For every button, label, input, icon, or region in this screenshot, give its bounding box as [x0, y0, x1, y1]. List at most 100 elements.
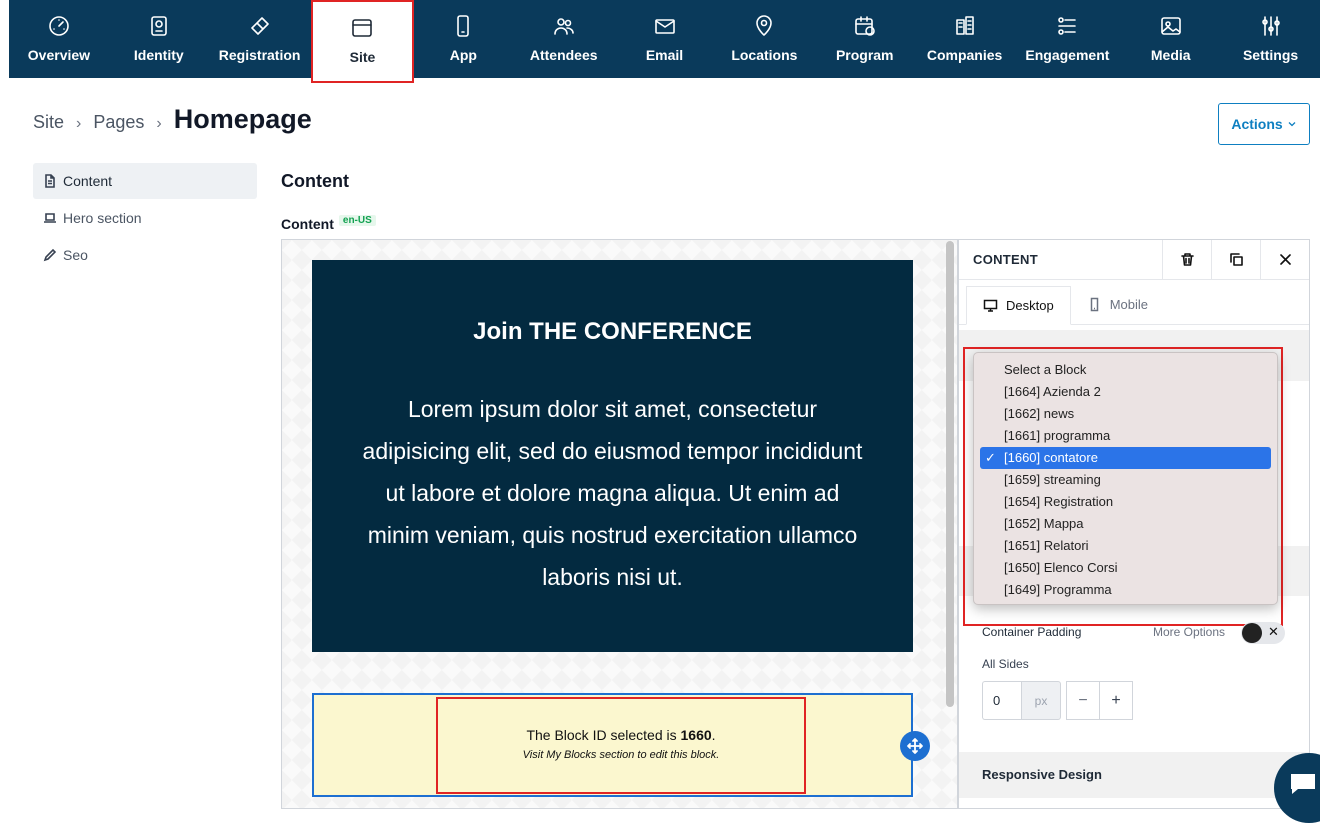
nav-item-attendees[interactable]: Attendees [512, 0, 615, 78]
tab-desktop[interactable]: Desktop [966, 286, 1071, 325]
hero-text-block[interactable]: Join THE CONFERENCE Lorem ipsum dolor si… [312, 260, 913, 652]
page-title: Homepage [173, 104, 312, 134]
nav-item-identity[interactable]: Identity [109, 0, 209, 78]
block-hint: Visit My Blocks section to edit this blo… [522, 749, 720, 761]
container-padding-label: Container Padding [982, 625, 1082, 639]
dropdown-option[interactable]: ✓ [1660] contatore [980, 447, 1271, 469]
nav-item-label: Companies [926, 47, 1003, 63]
dropdown-option[interactable]: [1649] Programma [980, 579, 1271, 601]
calendar-clock-icon [852, 13, 878, 39]
nav-item-companies[interactable]: Companies [915, 0, 1015, 78]
panel-header: CONTENT [959, 239, 1309, 280]
move-arrows-icon [907, 738, 923, 754]
nav-item-program[interactable]: Program [815, 0, 915, 78]
nav-item-engagement[interactable]: Engagement [1015, 0, 1121, 78]
sidemenu-item-content[interactable]: Content [33, 163, 257, 199]
map-pin-icon [751, 13, 777, 39]
sidemenu-item-seo[interactable]: Seo [33, 237, 257, 273]
breadcrumb-site[interactable]: Site [33, 112, 64, 133]
document-icon [45, 174, 55, 188]
nav-item-label: Site [349, 49, 376, 65]
nav-item-label: Locations [731, 47, 798, 63]
actions-button[interactable]: Actions [1218, 103, 1310, 145]
padding-value-input[interactable]: 0 [982, 681, 1022, 720]
image-icon [1158, 13, 1184, 39]
dropdown-option[interactable]: [1652] Mappa [980, 513, 1271, 535]
nav-item-label: Identity [133, 47, 184, 63]
mail-icon [652, 13, 678, 39]
gauge-icon [46, 13, 72, 39]
editor-scrollbar[interactable] [946, 241, 954, 707]
breadcrumb: Site › Pages › Homepage [33, 104, 312, 135]
nav-item-label: App [449, 47, 477, 63]
block-select-dropdown[interactable]: Select a Block [1664] Azienda 2 [1662] new… [973, 352, 1278, 605]
toggle-knob [1242, 623, 1262, 643]
content-field-label: Content en-US [281, 214, 376, 232]
nav-item-label: Settings [1242, 47, 1299, 63]
delete-button[interactable] [1162, 239, 1211, 280]
close-icon [1279, 254, 1291, 265]
monitor-icon [983, 299, 998, 312]
move-handle[interactable] [900, 731, 930, 761]
all-sides-label: All Sides [982, 657, 1029, 671]
nav-item-settings[interactable]: Settings [1221, 0, 1320, 78]
nav-item-media[interactable]: Media [1120, 0, 1221, 78]
dropdown-option-label: [1659] streaming [1004, 472, 1101, 487]
duplicate-button[interactable] [1211, 239, 1260, 280]
trash-icon [1180, 253, 1194, 266]
content-label-text: Content [281, 216, 334, 232]
top-navigation: Overview Identity Registration Site App Atten… [9, 0, 1320, 83]
nav-item-label: Registration [218, 47, 301, 63]
ticket-icon [247, 13, 273, 39]
dropdown-option[interactable]: [1650] Elenco Corsi [980, 557, 1271, 579]
side-menu: Content Hero section Seo [33, 163, 257, 274]
hero-block-text: Lorem ipsum dolor sit amet, consectetur … [362, 396, 863, 590]
nav-item-overview[interactable]: Overview [9, 0, 109, 78]
block-id-value: 1660 [680, 727, 712, 743]
dropdown-option[interactable]: [1651] Relatori [980, 535, 1271, 557]
dropdown-option[interactable]: [1664] Azienda 2 [980, 381, 1271, 403]
dropdown-option-label: [1651] Relatori [1004, 538, 1089, 553]
tab-mobile[interactable]: Mobile [1071, 285, 1164, 324]
nav-item-registration[interactable]: Registration [209, 0, 311, 78]
building-icon [952, 13, 978, 39]
people-icon [551, 13, 577, 39]
responsive-design-label[interactable]: Responsive Design [982, 767, 1102, 782]
more-options-toggle[interactable]: ✕ [1241, 622, 1285, 644]
dropdown-option[interactable]: [1662] news [980, 403, 1271, 425]
nav-item-label: Overview [27, 47, 91, 63]
dropdown-option-label: [1662] news [1004, 406, 1075, 421]
sidemenu-item-label: Hero section [63, 210, 142, 226]
nav-item-label: Email [645, 47, 684, 63]
nav-item-app[interactable]: App [414, 0, 512, 78]
dropdown-option[interactable]: [1659] streaming [980, 469, 1271, 491]
dropdown-option-label: [1650] Elenco Corsi [1004, 560, 1118, 575]
engagement-icon [1054, 13, 1080, 39]
browser-window-icon [349, 15, 375, 41]
decrement-button[interactable]: − [1066, 681, 1100, 720]
sidemenu-item-hero-section[interactable]: Hero section [33, 200, 257, 236]
block-id-notice: The Block ID selected is 1660. Visit My … [436, 697, 806, 794]
chevron-down-icon [1288, 122, 1296, 127]
nav-item-locations[interactable]: Locations [714, 0, 815, 78]
dropdown-option-label: [1664] Azienda 2 [1004, 384, 1101, 399]
nav-item-site[interactable]: Site [310, 0, 415, 83]
dropdown-option[interactable]: [1661] programma [980, 425, 1271, 447]
actions-button-label: Actions [1231, 116, 1283, 132]
content-heading: Content [281, 171, 349, 191]
nav-item-label: Engagement [1025, 47, 1110, 63]
block-id-line: The Block ID selected is 1660. [438, 727, 804, 743]
nav-item-email[interactable]: Email [615, 0, 714, 78]
close-button[interactable] [1260, 239, 1309, 280]
increment-button[interactable]: + [1099, 681, 1133, 720]
dropdown-option-label: [1649] Programma [1004, 582, 1112, 597]
passport-icon [146, 13, 172, 39]
dropdown-option[interactable]: [1654] Registration [980, 491, 1271, 513]
copy-icon [1229, 253, 1243, 266]
dropdown-option[interactable]: Select a Block [980, 359, 1271, 381]
breadcrumb-pages[interactable]: Pages [93, 112, 144, 133]
block-id-suffix: . [711, 727, 716, 743]
phone-icon [450, 13, 476, 39]
toggle-off-icon: ✕ [1268, 624, 1279, 639]
sliders-icon [1258, 13, 1284, 39]
